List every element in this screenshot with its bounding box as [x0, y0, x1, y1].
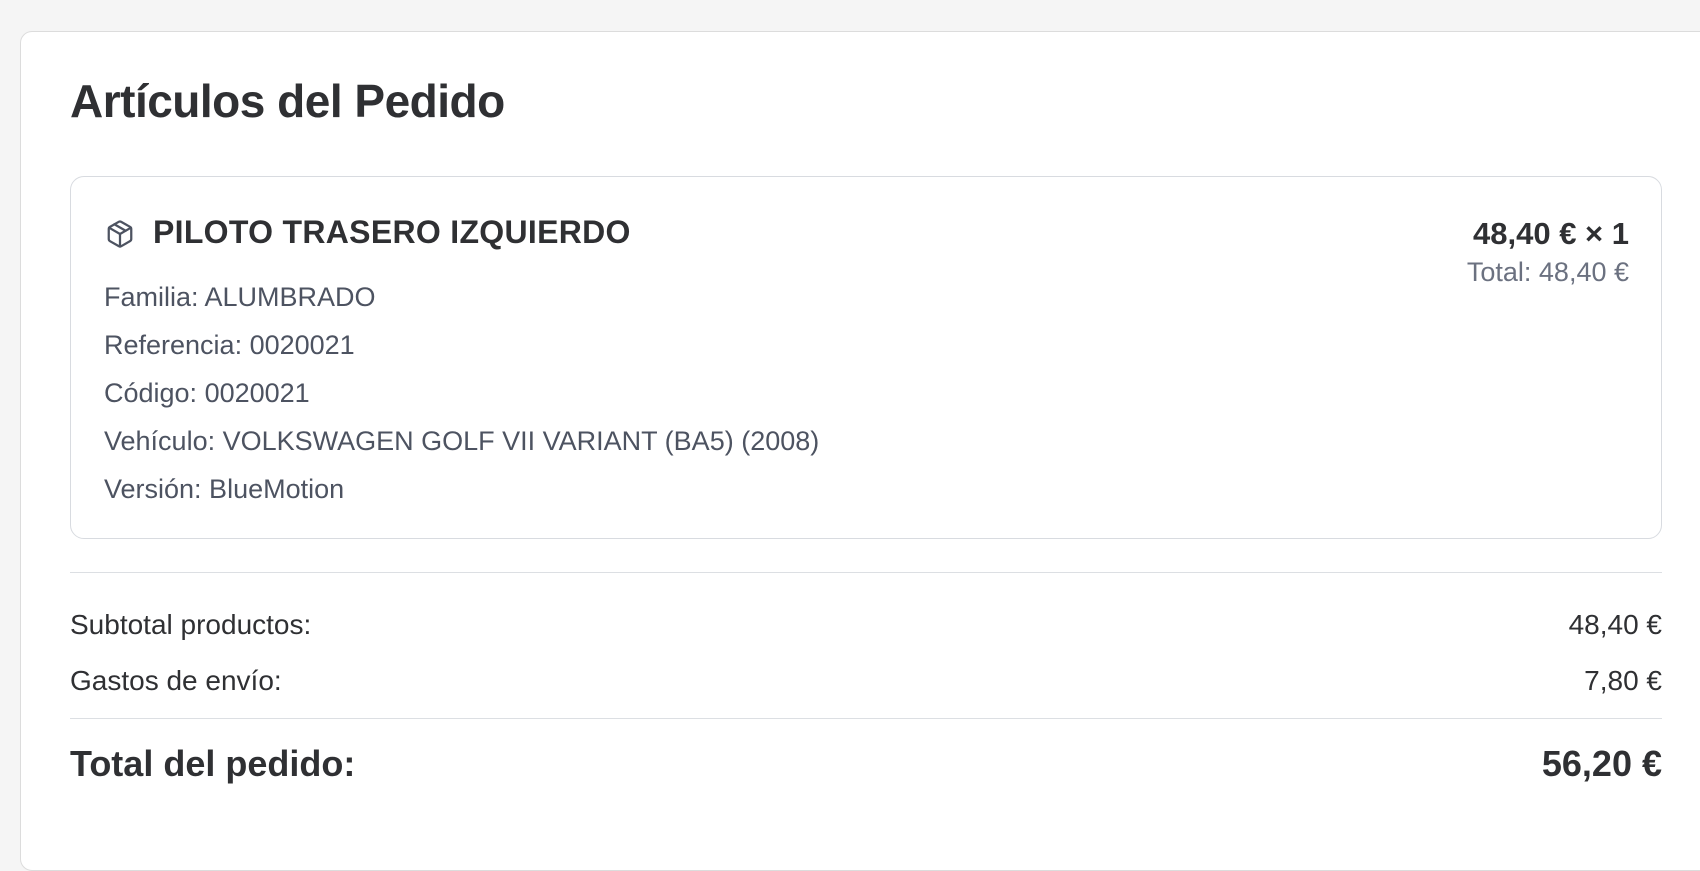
item-version: Versión: BlueMotion: [104, 474, 345, 504]
item-name: PILOTO TRASERO IZQUIERDO: [153, 214, 631, 250]
subtotal-row: Subtotal productos: 48,40 €: [70, 608, 1662, 642]
item-unit-price: 48,40 € × 1: [1473, 216, 1629, 251]
item-family: Familia: ALUMBRADO: [104, 282, 376, 312]
item-code: Código: 0020021: [104, 378, 310, 408]
summary-divider: [70, 572, 1662, 573]
package-icon: [105, 219, 135, 249]
shipping-value: 7,80 €: [1584, 665, 1662, 696]
order-total-row: Total del pedido: 56,20 €: [70, 742, 1662, 785]
shipping-row: Gastos de envío: 7,80 €: [70, 664, 1662, 698]
item-vehicle: Vehículo: VOLKSWAGEN GOLF VII VARIANT (B…: [104, 426, 820, 456]
subtotal-value: 48,40 €: [1568, 609, 1662, 640]
subtotal-label: Subtotal productos:: [70, 609, 312, 640]
order-item: PILOTO TRASERO IZQUIERDO Familia: ALUMBR…: [70, 176, 1662, 539]
page-title: Artículos del Pedido: [70, 75, 505, 127]
total-divider: [70, 718, 1662, 719]
shipping-label: Gastos de envío:: [70, 665, 282, 696]
order-total-value: 56,20 €: [1541, 743, 1662, 784]
item-price-block: 48,40 € × 1 Total: 48,40 €: [1467, 214, 1629, 291]
item-line-total: Total: 48,40 €: [1466, 257, 1629, 288]
item-details: Familia: ALUMBRADO Referencia: 0020021 C…: [104, 273, 819, 513]
item-reference: Referencia: 0020021: [104, 330, 355, 360]
order-total-label: Total del pedido:: [70, 743, 356, 784]
